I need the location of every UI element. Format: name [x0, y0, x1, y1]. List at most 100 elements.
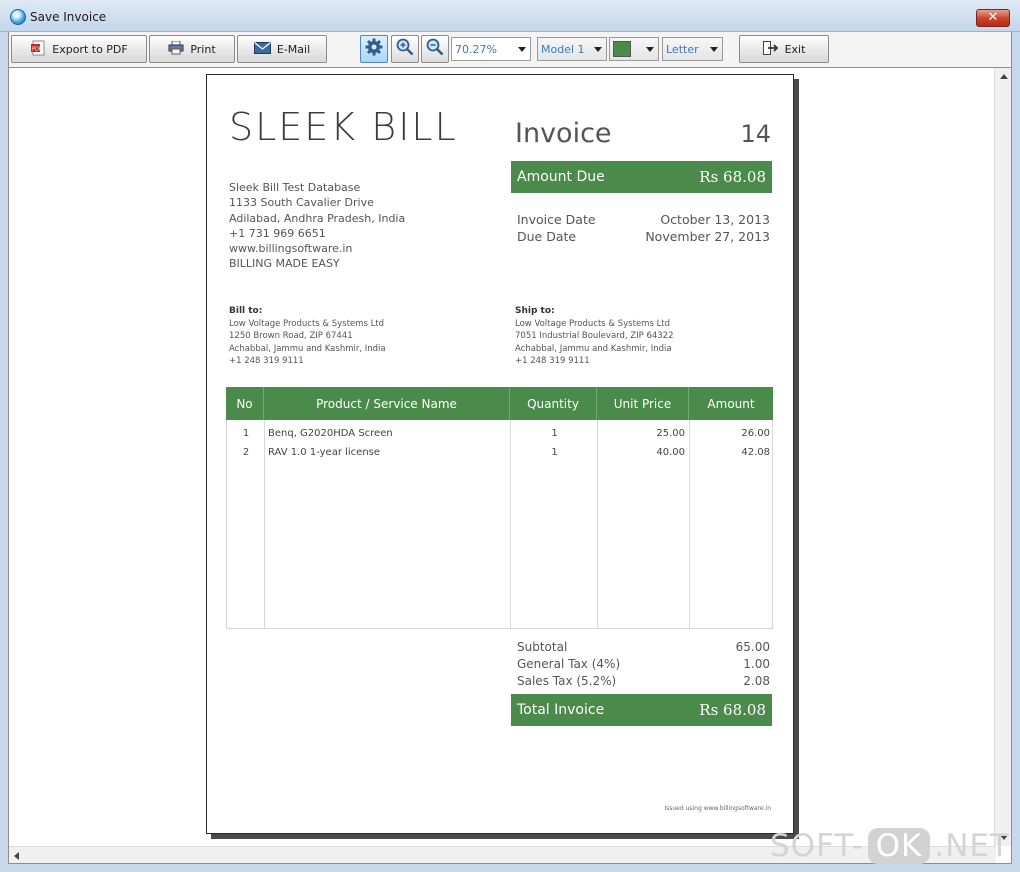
bill-to-line: Achabbal, Jammu and Kashmir, India: [229, 343, 386, 354]
pdf-icon: PDF: [30, 40, 46, 59]
zoom-in-button[interactable]: [391, 35, 419, 63]
chevron-down-icon: [646, 47, 654, 52]
paper-value: Letter: [666, 42, 699, 56]
amount-due-label: Amount Due: [517, 169, 605, 185]
bill-to-line: Low Voltage Products & Systems Ltd: [229, 318, 385, 329]
footer-note: Issued using www.billingsoftware.in: [664, 805, 771, 812]
row-quantity: 1: [551, 428, 558, 439]
invoice-date-value: October 13, 2013: [660, 212, 770, 227]
items-table: No Product / Service Name Quantity Unit …: [226, 387, 773, 629]
column-header-unit-price: Unit Price: [597, 387, 689, 420]
row-no: 1: [242, 428, 250, 439]
zoom-out-button[interactable]: [421, 35, 449, 63]
bill-to-header: Bill to:: [229, 306, 263, 316]
close-button[interactable]: ✕: [976, 9, 1010, 27]
app-icon: [10, 9, 26, 25]
due-date-label: Due Date: [517, 229, 577, 244]
svg-text:PDF: PDF: [32, 46, 42, 52]
sales-tax-label: Sales Tax (5.2%): [517, 674, 617, 688]
row-no: 2: [242, 447, 250, 458]
watermark-part: OK: [867, 828, 931, 864]
invoice-title: Invoice: [515, 118, 612, 149]
vertical-scrollbar[interactable]: [994, 68, 1011, 846]
export-pdf-button[interactable]: PDF Export to PDF: [11, 35, 147, 63]
row-product-name: RAV 1.0 1-year license: [268, 447, 381, 458]
invoice-date-row: Invoice Date October 13, 2013: [517, 212, 770, 227]
row-amount: 26.00: [741, 428, 770, 439]
zoom-value: 70.27%: [455, 42, 497, 56]
exit-label: Exit: [784, 42, 806, 56]
bill-to-line: 1250 Brown Road, ZIP 67441: [229, 331, 353, 342]
invoice-number: 14: [740, 120, 771, 148]
model-value: Model 1: [541, 42, 585, 56]
total-invoice-value: Rs 68.08: [699, 701, 766, 719]
general-tax-row: General Tax (4%) 1.00: [517, 657, 770, 671]
zoom-select[interactable]: 70.27%: [451, 37, 531, 61]
company-line: Adilabad, Andhra Pradesh, India: [229, 211, 406, 225]
company-logo: SLEEK BILL: [229, 105, 458, 149]
settings-button[interactable]: [360, 35, 388, 63]
paper-select[interactable]: Letter: [662, 37, 723, 61]
print-button[interactable]: Print: [149, 35, 235, 63]
ship-to-line: Achabbal, Jammu and Kashmir, India: [515, 343, 672, 354]
envelope-icon: [253, 41, 271, 57]
chevron-down-icon: [594, 47, 602, 52]
zoom-out-icon: [426, 38, 444, 60]
subtotal-row: Subtotal 65.00: [517, 640, 770, 654]
zoom-in-icon: [396, 38, 414, 60]
total-invoice-bar: Total Invoice Rs 68.08: [511, 694, 772, 726]
print-label: Print: [190, 42, 216, 56]
company-address: Sleek Bill Test Database 1133 South Cava…: [229, 180, 405, 272]
amount-due-value: Rs 68.08: [699, 168, 766, 186]
sales-tax-row: Sales Tax (5.2%) 2.08: [517, 674, 770, 688]
company-line: Sleek Bill Test Database: [229, 181, 361, 194]
company-line: BILLING MADE EASY: [229, 257, 340, 271]
title-bar: Save Invoice ✕: [0, 0, 1020, 32]
invoice-viewer: SLEEK BILL Invoice 14 Amount Due Rs 68.0…: [8, 68, 1012, 864]
bill-to-line: +1 248 319 9111: [229, 356, 304, 367]
model-select[interactable]: Model 1: [537, 37, 607, 61]
printer-icon: [168, 40, 184, 58]
company-line: +1 731 969 6651: [229, 226, 326, 240]
row-amount: 42.08: [741, 447, 770, 458]
total-invoice-label: Total Invoice: [517, 702, 605, 718]
company-line: 1133 South Cavalier Drive: [229, 196, 374, 210]
row-product-name: Benq, G2020HDA Screen: [268, 428, 393, 439]
color-swatch: [613, 41, 631, 57]
general-tax-value: 1.00: [743, 657, 770, 671]
invoice-page: SLEEK BILL Invoice 14 Amount Due Rs 68.0…: [206, 74, 794, 834]
subtotal-label: Subtotal: [517, 640, 568, 654]
scroll-left-icon[interactable]: [14, 852, 19, 860]
company-line: www.billingsoftware.in: [229, 242, 353, 256]
column-header-amount: Amount: [707, 396, 755, 411]
color-select[interactable]: [609, 37, 659, 61]
due-date-row: Due Date November 27, 2013: [517, 229, 770, 244]
amount-due-bar: Amount Due Rs 68.08: [511, 161, 772, 193]
watermark-part: SOFT-: [770, 828, 864, 864]
due-date-value: November 27, 2013: [645, 229, 770, 244]
ship-to-header: Ship to:: [515, 306, 555, 316]
ship-to-line: 7051 Industrial Boulevard, ZIP 64322: [515, 331, 674, 342]
exit-button[interactable]: Exit: [739, 35, 829, 63]
exit-icon: [762, 40, 779, 58]
column-header-no: No: [226, 387, 264, 420]
window-title: Save Invoice: [30, 10, 107, 24]
column-header-product: Product / Service Name: [264, 387, 510, 420]
email-label: E-Mail: [276, 42, 311, 56]
row-unit-price: 40.00: [656, 447, 685, 458]
invoice-date-label: Invoice Date: [517, 212, 596, 227]
gear-icon: [365, 38, 383, 60]
watermark: SOFT- OK .NET: [770, 828, 1010, 864]
email-button[interactable]: E-Mail: [237, 35, 327, 63]
column-header-quantity: Quantity: [510, 387, 597, 420]
table-header: No Product / Service Name Quantity Unit …: [226, 387, 773, 420]
chevron-down-icon: [518, 47, 526, 52]
scroll-up-icon[interactable]: [1000, 74, 1008, 79]
subtotal-value: 65.00: [735, 640, 770, 654]
general-tax-label: General Tax (4%): [517, 657, 621, 671]
export-pdf-label: Export to PDF: [52, 42, 128, 56]
row-unit-price: 25.00: [656, 428, 685, 439]
ship-to-line: +1 248 319 9111: [515, 356, 590, 367]
toolbar: PDF Export to PDF Print E-Mail 70.27% Mo…: [8, 32, 1012, 68]
bill-to-block: Bill to: Low Voltage Products & Systems …: [229, 305, 386, 368]
